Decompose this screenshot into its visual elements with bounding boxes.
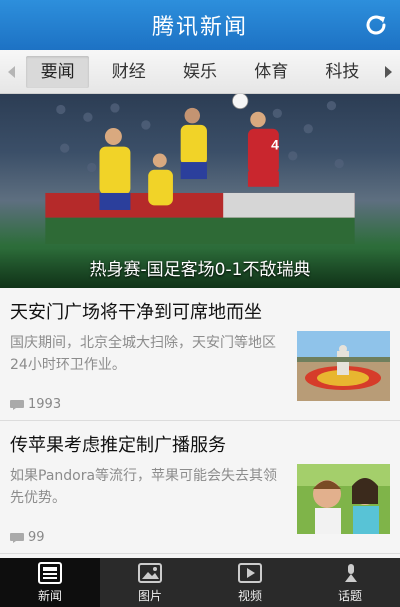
app-header: 腾讯新闻 — [0, 0, 400, 50]
tiananmen-square-photo — [297, 331, 390, 401]
news-thumbnail — [297, 464, 390, 534]
news-headline: 天安门广场将干净到可席地而坐 — [10, 302, 262, 323]
nav-news[interactable]: 新闻 — [0, 558, 100, 607]
comment-icon — [10, 532, 24, 543]
bottom-nav: 新闻 图片 视频 话题 — [0, 558, 400, 607]
refresh-icon[interactable] — [362, 11, 390, 39]
tabs-right-arrow[interactable] — [378, 65, 400, 79]
news-summary: 国庆期间，北京全城大扫除，天安门等地区24小时环卫作业。 — [10, 335, 276, 373]
svg-text:4: 4 — [271, 137, 279, 153]
chevron-right-icon — [385, 65, 393, 78]
picture-icon — [138, 562, 162, 583]
tabs-left-arrow[interactable] — [0, 65, 22, 79]
video-icon — [238, 562, 262, 583]
topic-icon — [345, 563, 357, 582]
comment-count-value: 99 — [28, 530, 45, 545]
comment-count-value: 1993 — [28, 397, 62, 412]
hero-image[interactable]: 4 热身赛-国足客场0-1不敌瑞典 — [0, 94, 400, 288]
news-headline: 传苹果考虑推定制广播服务 — [10, 435, 226, 456]
tab-keji[interactable]: 科技 — [311, 56, 374, 88]
news-list: 天安门广场将干净到可席地而坐 国庆期间，北京全城大扫除，天安门等地区24小时环卫… — [0, 288, 400, 558]
comment-count: 1993 — [10, 397, 61, 412]
nav-topics[interactable]: 话题 — [300, 558, 400, 607]
nav-pictures-label: 图片 — [137, 588, 162, 603]
nav-topics-label: 话题 — [337, 588, 362, 603]
nav-video[interactable]: 视频 — [200, 558, 300, 607]
tab-tiyu[interactable]: 体育 — [240, 56, 303, 88]
news-summary: 如果Pandora等流行，苹果可能会失去其领先优势。 — [10, 468, 278, 506]
news-item[interactable]: 天安门广场将干净到可席地而坐 国庆期间，北京全城大扫除，天安门等地区24小时环卫… — [0, 288, 400, 421]
football-match-photo: 4 — [45, 94, 355, 244]
tab-yule[interactable]: 娱乐 — [168, 56, 231, 88]
nav-video-label: 视频 — [237, 588, 262, 603]
people-with-headphones-photo — [297, 464, 390, 534]
nav-pictures[interactable]: 图片 — [100, 558, 200, 607]
app-title: 腾讯新闻 — [151, 15, 248, 40]
news-icon — [38, 561, 62, 584]
news-item[interactable]: 传苹果考虑推定制广播服务 如果Pandora等流行，苹果可能会失去其领先优势。 … — [0, 421, 400, 554]
tab-caijing[interactable]: 财经 — [97, 56, 160, 88]
comment-count: 99 — [10, 530, 45, 545]
comment-icon — [10, 399, 24, 410]
chevron-left-icon — [8, 65, 15, 78]
category-tabs: 要闻 财经 娱乐 体育 科技 — [0, 50, 400, 94]
nav-news-label: 新闻 — [37, 588, 62, 603]
news-thumbnail — [297, 331, 390, 401]
hero-caption: 热身赛-国足客场0-1不敌瑞典 — [89, 260, 311, 280]
tab-yaowen[interactable]: 要闻 — [26, 55, 90, 88]
